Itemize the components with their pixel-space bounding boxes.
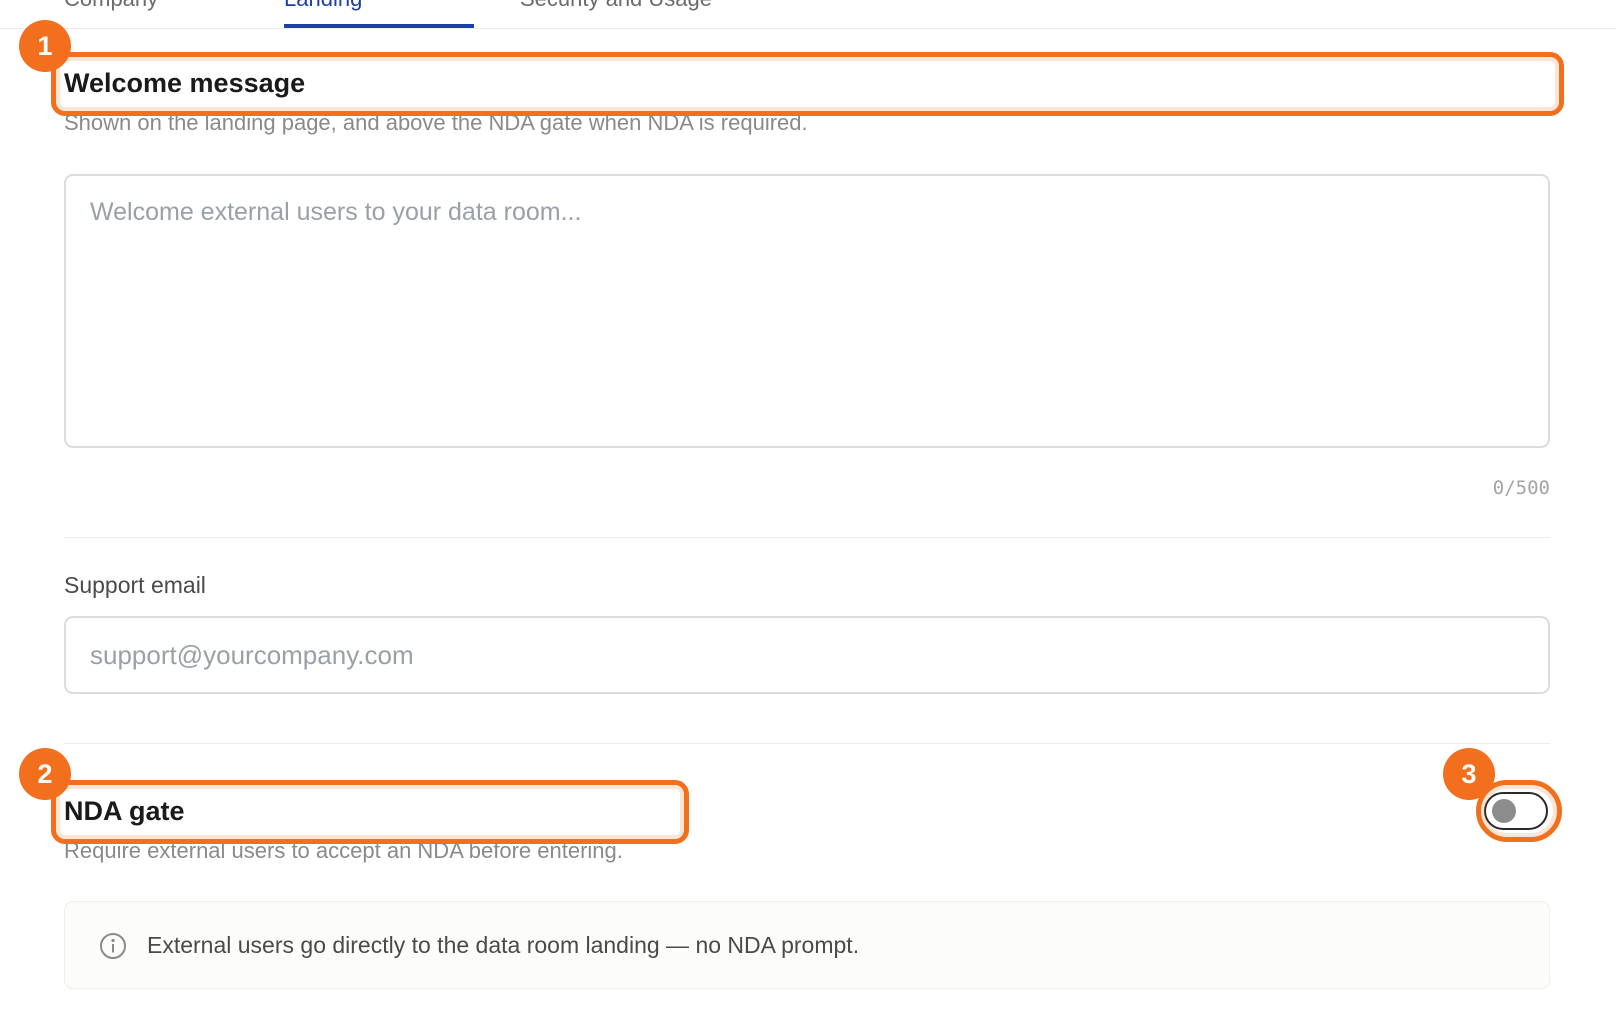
annotation-badge-2: 2 [19, 748, 71, 800]
welcome-message-title: Welcome message [64, 68, 306, 98]
welcome-message-textarea[interactable] [64, 174, 1550, 448]
active-tab-indicator [284, 24, 474, 28]
tab-company[interactable]: Company [64, 0, 158, 12]
tab-strip: Company Landing Security and Usage [0, 0, 1616, 29]
nda-gate-title: NDA gate [64, 796, 185, 826]
tab-security-usage[interactable]: Security and Usage [520, 0, 712, 12]
section-divider [64, 743, 1550, 744]
welcome-message-description: Shown on the landing page, and above the… [64, 110, 808, 135]
support-email-label: Support email [64, 572, 206, 598]
annotation-badge-1: 1 [19, 20, 71, 72]
section-divider [64, 537, 1550, 538]
nda-gate-description: Require external users to accept an NDA … [64, 838, 623, 863]
nda-info-text: External users go directly to the data r… [147, 932, 860, 958]
annotation-badge-3: 3 [1443, 748, 1495, 800]
tab-landing[interactable]: Landing [284, 0, 362, 12]
nda-info-callout: External users go directly to the data r… [64, 901, 1550, 989]
info-icon [100, 933, 126, 959]
character-counter: 0/500 [1492, 477, 1550, 499]
settings-page: Company Landing Security and Usage Welco… [0, 0, 1616, 1028]
nda-gate-toggle[interactable] [1484, 792, 1548, 830]
support-email-input[interactable] [64, 616, 1550, 694]
toggle-knob [1492, 799, 1516, 823]
